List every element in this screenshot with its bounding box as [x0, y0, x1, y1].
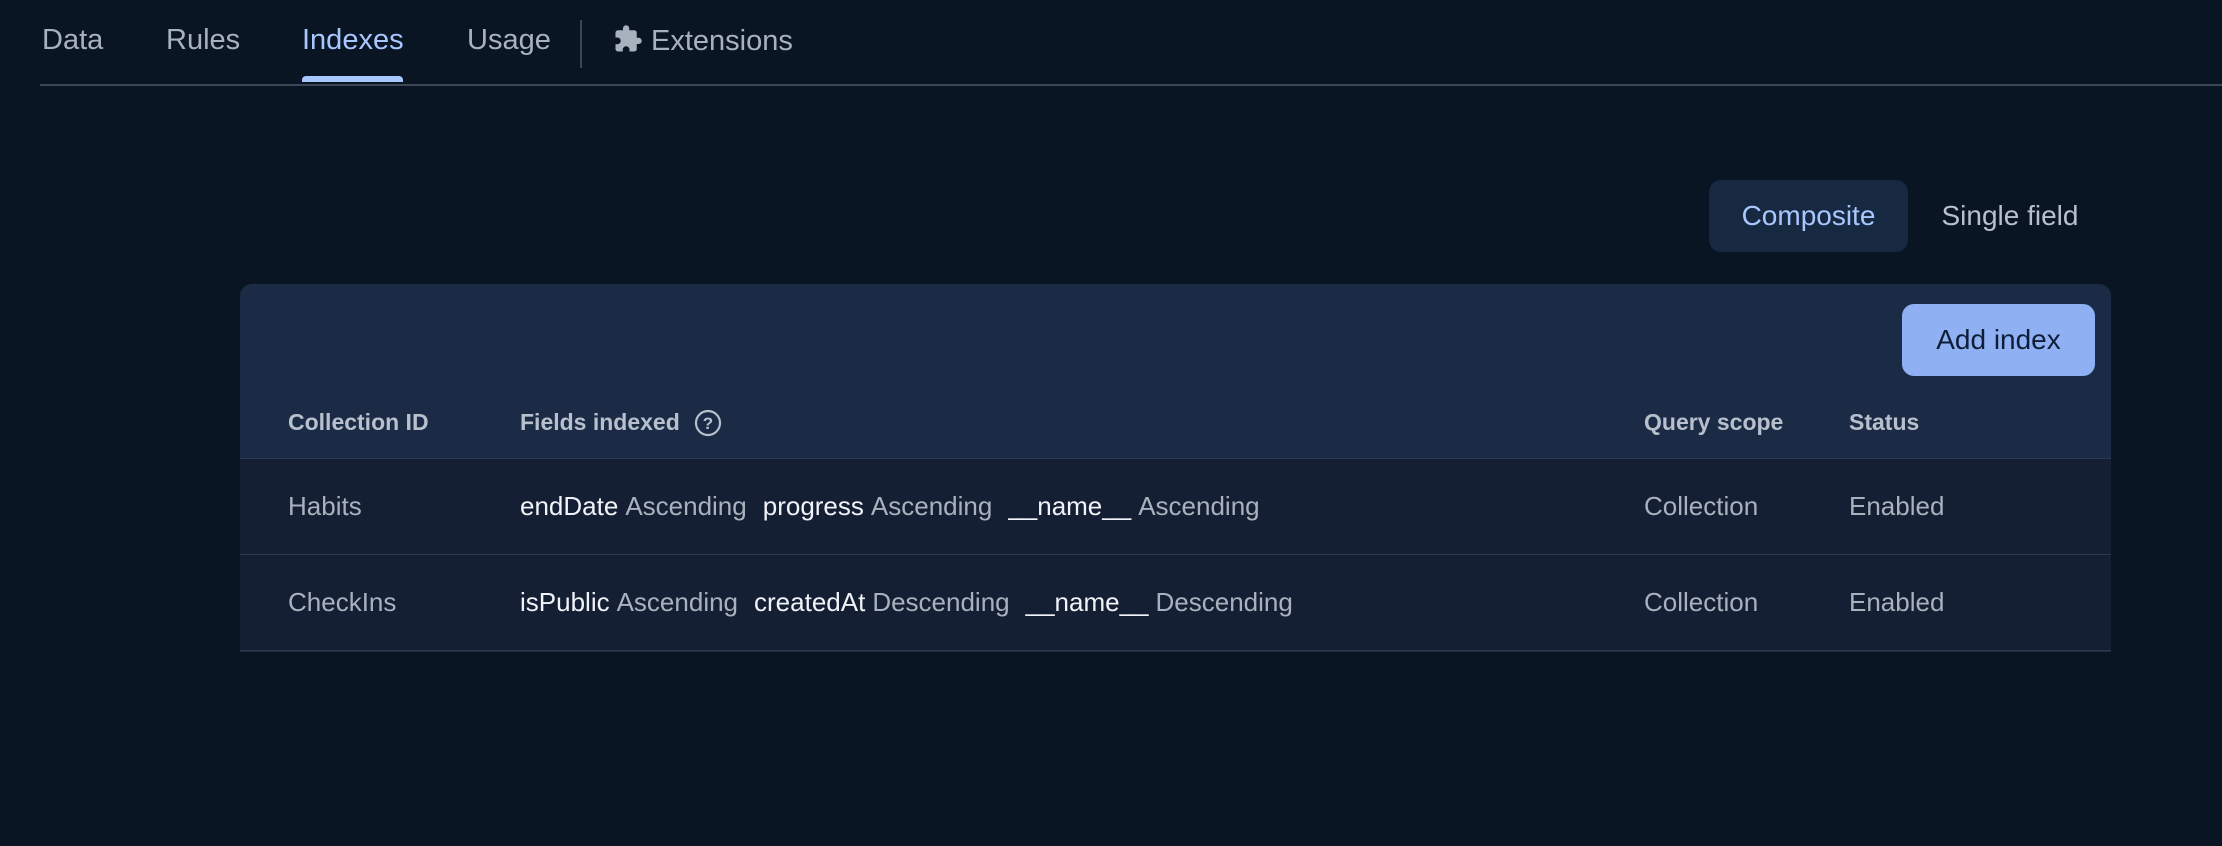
- tab-extensions-label: Extensions: [651, 25, 793, 57]
- field-order: Descending: [872, 587, 1010, 617]
- header-fields-indexed: Fields indexed?: [520, 402, 722, 442]
- header-fields-indexed-label: Fields indexed: [520, 409, 680, 435]
- puzzle-icon: [613, 24, 643, 54]
- query-scope-cell: Collection: [1644, 491, 1759, 521]
- field-name: isPublic: [520, 587, 610, 617]
- table-row[interactable]: Habits endDate Ascending progress Ascending…: [240, 458, 2111, 554]
- tab-extensions[interactable]: Extensions: [613, 24, 793, 58]
- field-name: endDate: [520, 491, 619, 521]
- tab-rules[interactable]: Rules: [166, 24, 240, 57]
- tab-indexes[interactable]: Indexes: [302, 24, 404, 57]
- field-order: Ascending: [625, 491, 747, 521]
- table-row[interactable]: CheckIns isPublic Ascending createdAt Desce…: [240, 554, 2111, 651]
- header-collection-id: Collection ID: [288, 409, 429, 435]
- indexes-card: Add index Collection ID Fields indexed? …: [240, 284, 2111, 652]
- add-index-button[interactable]: Add index: [1902, 304, 2095, 376]
- field-order: Ascending: [870, 491, 993, 521]
- field-name: createdAt: [754, 587, 866, 617]
- active-tab-indicator: [302, 76, 403, 82]
- tab-usage[interactable]: Usage: [467, 24, 551, 57]
- field-order: Descending: [1155, 587, 1293, 617]
- status-cell: Enabled: [1849, 491, 1945, 521]
- single-field-toggle-button[interactable]: Single field: [1910, 180, 2110, 252]
- tab-data[interactable]: Data: [42, 24, 103, 57]
- fields-indexed-cell: isPublic Ascending createdAt Descending __na…: [520, 555, 1309, 650]
- field-order: Ascending: [616, 587, 739, 617]
- field-name: __name__: [1008, 491, 1132, 521]
- field-name: __name__: [1025, 587, 1149, 617]
- tab-bar: Data Rules Indexes Usage Extensions: [40, 0, 2222, 86]
- collection-id-cell: CheckIns: [288, 587, 397, 617]
- field-name: progress: [762, 491, 864, 521]
- table-header: Collection ID Fields indexed? Query scop…: [240, 402, 2111, 442]
- composite-toggle-button[interactable]: Composite: [1709, 180, 1908, 252]
- field-order: Ascending: [1138, 491, 1260, 521]
- header-query-scope: Query scope: [1644, 409, 1784, 435]
- help-icon[interactable]: ?: [694, 409, 722, 437]
- query-scope-cell: Collection: [1644, 587, 1759, 617]
- status-cell: Enabled: [1849, 587, 1945, 617]
- tab-divider: [580, 20, 582, 68]
- fields-indexed-cell: endDate Ascending progress Ascending __name_…: [520, 459, 1276, 554]
- svg-text:?: ?: [703, 414, 713, 433]
- collection-id-cell: Habits: [288, 491, 362, 521]
- header-status: Status: [1849, 409, 1920, 435]
